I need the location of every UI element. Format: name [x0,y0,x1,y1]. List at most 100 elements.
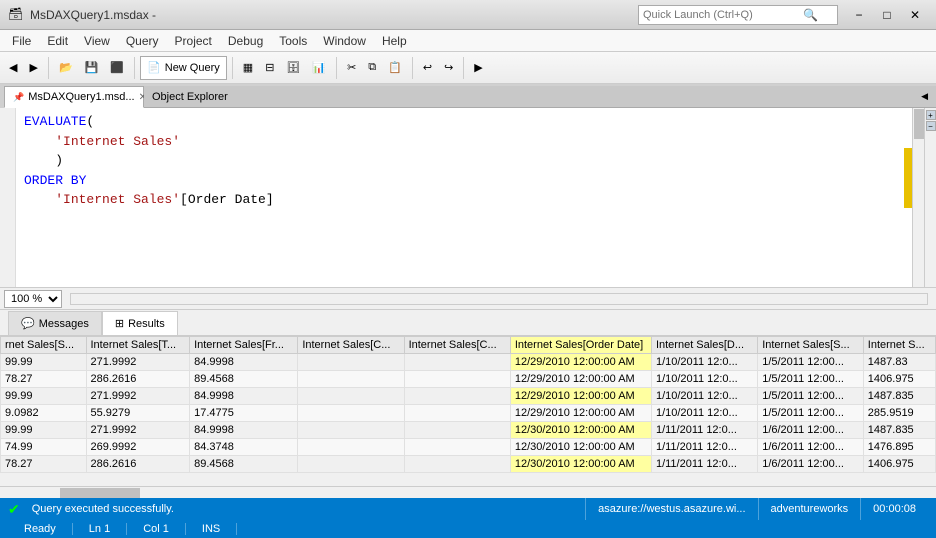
open-file-button[interactable]: 📂 [54,56,78,80]
col-header-2[interactable]: Internet Sales[Fr... [190,337,298,354]
new-query-icon: 📄 [147,61,161,74]
results-horizontal-scrollbar[interactable] [0,486,936,498]
header-row: rnet Sales[S... Internet Sales[T... Inte… [1,337,936,354]
editor-tab-bar: 📌 MsDAXQuery1.msd... ✕ Object Explorer ◀ [0,84,936,108]
chart-icon: 📊 [312,61,326,74]
toolbar-btn-3[interactable]: 🗄 [281,56,305,80]
editor-line-1: EVALUATE( [24,112,904,132]
menu-project[interactable]: Project [167,32,220,50]
menu-edit[interactable]: Edit [39,32,76,50]
status-right-section: asazure://westus.asazure.wi... adventure… [585,498,928,520]
menu-query[interactable]: Query [118,32,167,50]
editor-column: [Order Date] [180,192,274,207]
redo-button[interactable]: ↪ [439,56,458,80]
title-bar: 🗃 MsDAXQuery1.msdax - 🔍 − □ ✕ [0,0,936,30]
cell-2-4 [404,388,510,405]
database-status: adventureworks [758,498,861,520]
bottom-bar: Ready Ln 1 Col 1 INS [0,520,936,538]
cell-3-5: 12/29/2010 12:00:00 AM [510,405,651,422]
cell-1-1: 286.2616 [86,371,190,388]
col-header-5[interactable]: Internet Sales[Order Date] [510,337,651,354]
copy-button[interactable]: ⧉ [363,56,381,80]
undo-button[interactable]: ↩ [418,56,437,80]
vertical-scroll-thumb[interactable] [914,109,924,139]
editor-content[interactable]: EVALUATE( 'Internet Sales' ) ORDER BY 'I… [16,108,912,287]
cell-1-0: 78.27 [1,371,87,388]
zoom-select[interactable]: 100 % [4,290,62,308]
search-icon: 🔍 [803,8,818,22]
cell-3-1: 55.9279 [86,405,190,422]
col-header-8[interactable]: Internet S... [863,337,935,354]
cell-4-4 [404,422,510,439]
back-button[interactable]: ◀ [4,56,22,80]
editor-right-panel: + − [924,108,936,287]
cell-4-8: 1487.835 [863,422,935,439]
col-header-3[interactable]: Internet Sales[C... [298,337,404,354]
toolbar-btn-4[interactable]: 📊 [307,56,331,80]
editor-line-3: ) [24,151,904,171]
menu-file[interactable]: File [4,32,39,50]
menu-window[interactable]: Window [315,32,374,50]
minimize-button[interactable]: − [846,5,872,25]
results-table-wrapper: rnet Sales[S... Internet Sales[T... Inte… [0,336,936,486]
close-button[interactable]: ✕ [902,5,928,25]
menu-debug[interactable]: Debug [220,32,271,50]
save-all-button[interactable]: ⬛ [105,56,129,80]
col-header-0[interactable]: rnet Sales[S... [1,337,87,354]
editor-horizontal-scrollbar[interactable] [70,293,928,305]
messages-icon: 💬 [21,317,35,330]
cell-2-1: 271.9992 [86,388,190,405]
toolbar-btn-2[interactable]: ⊟ [260,56,279,80]
expand-down-icon[interactable]: − [926,121,936,131]
results-tab[interactable]: ⊞ Results [102,311,178,335]
menu-view[interactable]: View [76,32,118,50]
table-row: 99.99271.999284.999812/30/2010 12:00:00 … [1,422,936,439]
menu-help[interactable]: Help [374,32,415,50]
cut-button[interactable]: ✂ [342,56,361,80]
collapse-icon[interactable]: ◀ [921,91,928,102]
paste-button[interactable]: 📋 [383,56,407,80]
messages-tab[interactable]: 💬 Messages [8,311,102,335]
connection-status: asazure://westus.asazure.wi... [585,498,757,520]
save-button[interactable]: 💾 [80,56,104,80]
new-query-button[interactable]: 📄 New Query [140,56,227,80]
quick-launch-input[interactable] [643,9,803,21]
quick-launch-search[interactable]: 🔍 [638,5,838,25]
cell-2-7: 1/5/2011 12:00... [758,388,864,405]
object-explorer-label: Object Explorer [152,91,228,103]
table-row: 9.098255.927917.477512/29/2010 12:00:00 … [1,405,936,422]
editor-line-4: ORDER BY [24,171,904,191]
table-row: 78.27286.261689.456812/30/2010 12:00:00 … [1,456,936,473]
connection-label: asazure://westus.asazure.wi... [598,503,745,515]
keyword-orderby: ORDER BY [24,173,86,188]
cell-5-4 [404,439,510,456]
horizontal-scroll-thumb[interactable] [60,488,140,498]
editor-vertical-scrollbar[interactable] [912,108,924,287]
col-header-4[interactable]: Internet Sales[C... [404,337,510,354]
time-label: 00:00:08 [873,503,916,515]
data-icon: 🗄 [286,61,300,74]
ln-label: Ln 1 [73,523,127,535]
cell-6-3 [298,456,404,473]
results-table: rnet Sales[S... Internet Sales[T... Inte… [0,336,936,473]
cell-1-5: 12/29/2010 12:00:00 AM [510,371,651,388]
menu-bar: File Edit View Query Project Debug Tools… [0,30,936,52]
editor-tab[interactable]: 📌 MsDAXQuery1.msd... ✕ [4,86,144,108]
table-body: 99.99271.999284.999812/29/2010 12:00:00 … [1,354,936,473]
cell-5-6: 1/11/2011 12:0... [651,439,757,456]
object-explorer-tab[interactable]: Object Explorer ◀ [144,86,936,108]
forward-icon: ▶ [29,61,37,74]
cell-4-6: 1/11/2011 12:0... [651,422,757,439]
forward-button[interactable]: ▶ [24,56,42,80]
menu-tools[interactable]: Tools [271,32,315,50]
cell-0-6: 1/10/2011 12:0... [651,354,757,371]
cell-0-2: 84.9998 [190,354,298,371]
maximize-button[interactable]: □ [874,5,900,25]
col-header-7[interactable]: Internet Sales[S... [758,337,864,354]
cell-3-6: 1/10/2011 12:0... [651,405,757,422]
toolbar-btn-1[interactable]: ▦ [238,56,258,80]
col-header-1[interactable]: Internet Sales[T... [86,337,190,354]
expand-up-icon[interactable]: + [926,110,936,120]
execute-button[interactable]: ▶ [469,56,487,80]
col-header-6[interactable]: Internet Sales[D... [651,337,757,354]
